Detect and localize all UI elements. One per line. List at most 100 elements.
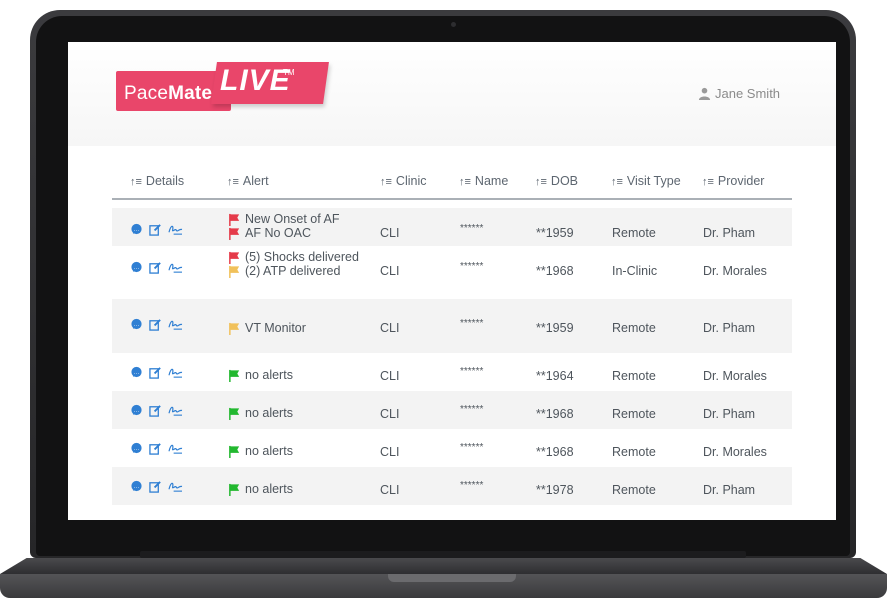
comment-icon[interactable]: … xyxy=(130,223,143,236)
flag-icon xyxy=(228,213,241,226)
comment-icon[interactable]: … xyxy=(130,318,143,331)
row-actions: … xyxy=(130,480,183,493)
alert-item: VT Monitor xyxy=(228,321,306,335)
alert-text: (2) ATP delivered xyxy=(245,264,341,278)
flag-icon xyxy=(228,265,241,278)
comment-icon[interactable]: … xyxy=(130,261,143,274)
logo[interactable]: PaceMate xyxy=(124,83,212,105)
dob-cell: **1968 xyxy=(536,445,574,459)
name-cell: ****** xyxy=(460,318,484,329)
edit-icon[interactable] xyxy=(149,480,162,493)
table-row[interactable]: … (5) Shocks delivered (2) ATP delivered CL… xyxy=(112,246,792,299)
flag-icon xyxy=(228,251,241,264)
alert-item: New Onset of AF xyxy=(228,212,339,226)
alert-text: no alerts xyxy=(245,482,293,496)
signature-icon[interactable] xyxy=(168,318,183,331)
svg-text:…: … xyxy=(134,370,140,376)
visit-type-cell: Remote xyxy=(612,483,656,497)
laptop-base xyxy=(0,558,887,598)
signature-icon[interactable] xyxy=(168,442,183,455)
name-cell: ****** xyxy=(460,261,484,272)
edit-icon[interactable] xyxy=(149,318,162,331)
column-header-alert[interactable]: ↑≡ Alert xyxy=(227,174,269,188)
column-header-dob[interactable]: ↑≡ DOB xyxy=(535,174,578,188)
column-header-clinic[interactable]: ↑≡ Clinic xyxy=(380,174,426,188)
name-cell: ****** xyxy=(460,442,484,453)
column-header-label: Visit Type xyxy=(626,174,681,188)
sort-icon: ↑≡ xyxy=(227,176,239,188)
table-row[interactable]: … no alerts CLI ****** **1964 Remote Dr. Moral… xyxy=(112,353,792,391)
sort-icon: ↑≡ xyxy=(380,176,392,188)
signature-icon[interactable] xyxy=(168,261,183,274)
name-cell: ****** xyxy=(460,223,484,234)
table-row[interactable]: … no alerts CLI ****** **1978 Remote Dr. Pham xyxy=(112,467,792,505)
dob-cell: **1968 xyxy=(536,264,574,278)
clinic-cell: CLI xyxy=(380,407,400,421)
row-actions: … xyxy=(130,366,183,379)
visit-type-cell: Remote xyxy=(612,445,656,459)
trademark: TM xyxy=(283,68,295,77)
clinic-cell: CLI xyxy=(380,445,400,459)
signature-icon[interactable] xyxy=(168,480,183,493)
alert-cell: New Onset of AF AF No OAC xyxy=(228,212,339,240)
sort-icon: ↑≡ xyxy=(702,176,714,188)
row-actions: … xyxy=(130,318,183,331)
signature-icon[interactable] xyxy=(168,223,183,236)
alert-item: no alerts xyxy=(228,444,293,458)
alert-cell: no alerts xyxy=(228,444,293,458)
comment-icon[interactable]: … xyxy=(130,404,143,417)
visit-type-cell: Remote xyxy=(612,321,656,335)
sort-icon: ↑≡ xyxy=(459,176,471,188)
sort-icon: ↑≡ xyxy=(535,176,547,188)
alert-cell: (5) Shocks delivered (2) ATP delivered xyxy=(228,250,359,278)
user-name: Jane Smith xyxy=(715,86,781,101)
visit-type-cell: Remote xyxy=(612,369,656,383)
user-icon xyxy=(698,87,711,100)
column-header-details[interactable]: ↑≡ Details xyxy=(130,174,184,188)
flag-icon xyxy=(228,407,241,420)
svg-text:…: … xyxy=(134,446,140,452)
svg-text:…: … xyxy=(134,484,140,490)
svg-text:…: … xyxy=(134,408,140,414)
alert-text: AF No OAC xyxy=(245,226,311,240)
app-screen: PaceMate LIVE TM Jane Smith ↑≡ Details ↑≡ A… xyxy=(68,42,836,520)
sort-icon: ↑≡ xyxy=(611,176,623,188)
column-header-label: Provider xyxy=(717,174,765,188)
edit-icon[interactable] xyxy=(149,404,162,417)
provider-cell: Dr. Morales xyxy=(703,264,767,278)
visit-type-cell: In-Clinic xyxy=(612,264,658,278)
row-actions: … xyxy=(130,261,183,274)
column-header-provider[interactable]: ↑≡ Provider xyxy=(702,174,764,188)
table-row[interactable]: … no alerts CLI ****** **1968 Remote Dr. Pham xyxy=(112,391,792,429)
header-divider xyxy=(112,198,792,200)
table-row[interactable]: … New Onset of AF AF No OAC CLI ****** **1959… xyxy=(112,208,792,246)
alert-cell: VT Monitor xyxy=(228,321,306,335)
edit-icon[interactable] xyxy=(149,261,162,274)
table-row[interactable]: … VT Monitor CLI ****** **1959 Remote Dr. Pham xyxy=(112,299,792,353)
table-row[interactable]: … no alerts CLI ****** **1968 Remote Dr. Moral… xyxy=(112,429,792,467)
alert-text: VT Monitor xyxy=(245,321,306,335)
comment-icon[interactable]: … xyxy=(130,366,143,379)
provider-cell: Dr. Pham xyxy=(703,407,756,421)
comment-icon[interactable]: … xyxy=(130,442,143,455)
comment-icon[interactable]: … xyxy=(130,480,143,493)
keyboard-edge xyxy=(140,551,746,558)
signature-icon[interactable] xyxy=(168,404,183,417)
camera xyxy=(451,22,456,27)
alert-text: New Onset of AF xyxy=(245,212,340,226)
edit-icon[interactable] xyxy=(149,442,162,455)
provider-cell: Dr. Morales xyxy=(703,445,767,459)
user-menu[interactable]: Jane Smith xyxy=(698,86,780,101)
edit-icon[interactable] xyxy=(149,223,162,236)
clinic-cell: CLI xyxy=(380,321,400,335)
alert-cell: no alerts xyxy=(228,368,293,382)
column-header-name[interactable]: ↑≡ Name xyxy=(459,174,508,188)
app-header: PaceMate LIVE TM Jane Smith xyxy=(68,42,836,146)
alert-cell: no alerts xyxy=(228,482,293,496)
name-cell: ****** xyxy=(460,480,484,491)
edit-icon[interactable] xyxy=(149,366,162,379)
flag-icon xyxy=(228,322,241,335)
provider-cell: Dr. Pham xyxy=(703,483,756,497)
signature-icon[interactable] xyxy=(168,366,183,379)
column-header-visit-type[interactable]: ↑≡ Visit Type xyxy=(611,174,681,188)
